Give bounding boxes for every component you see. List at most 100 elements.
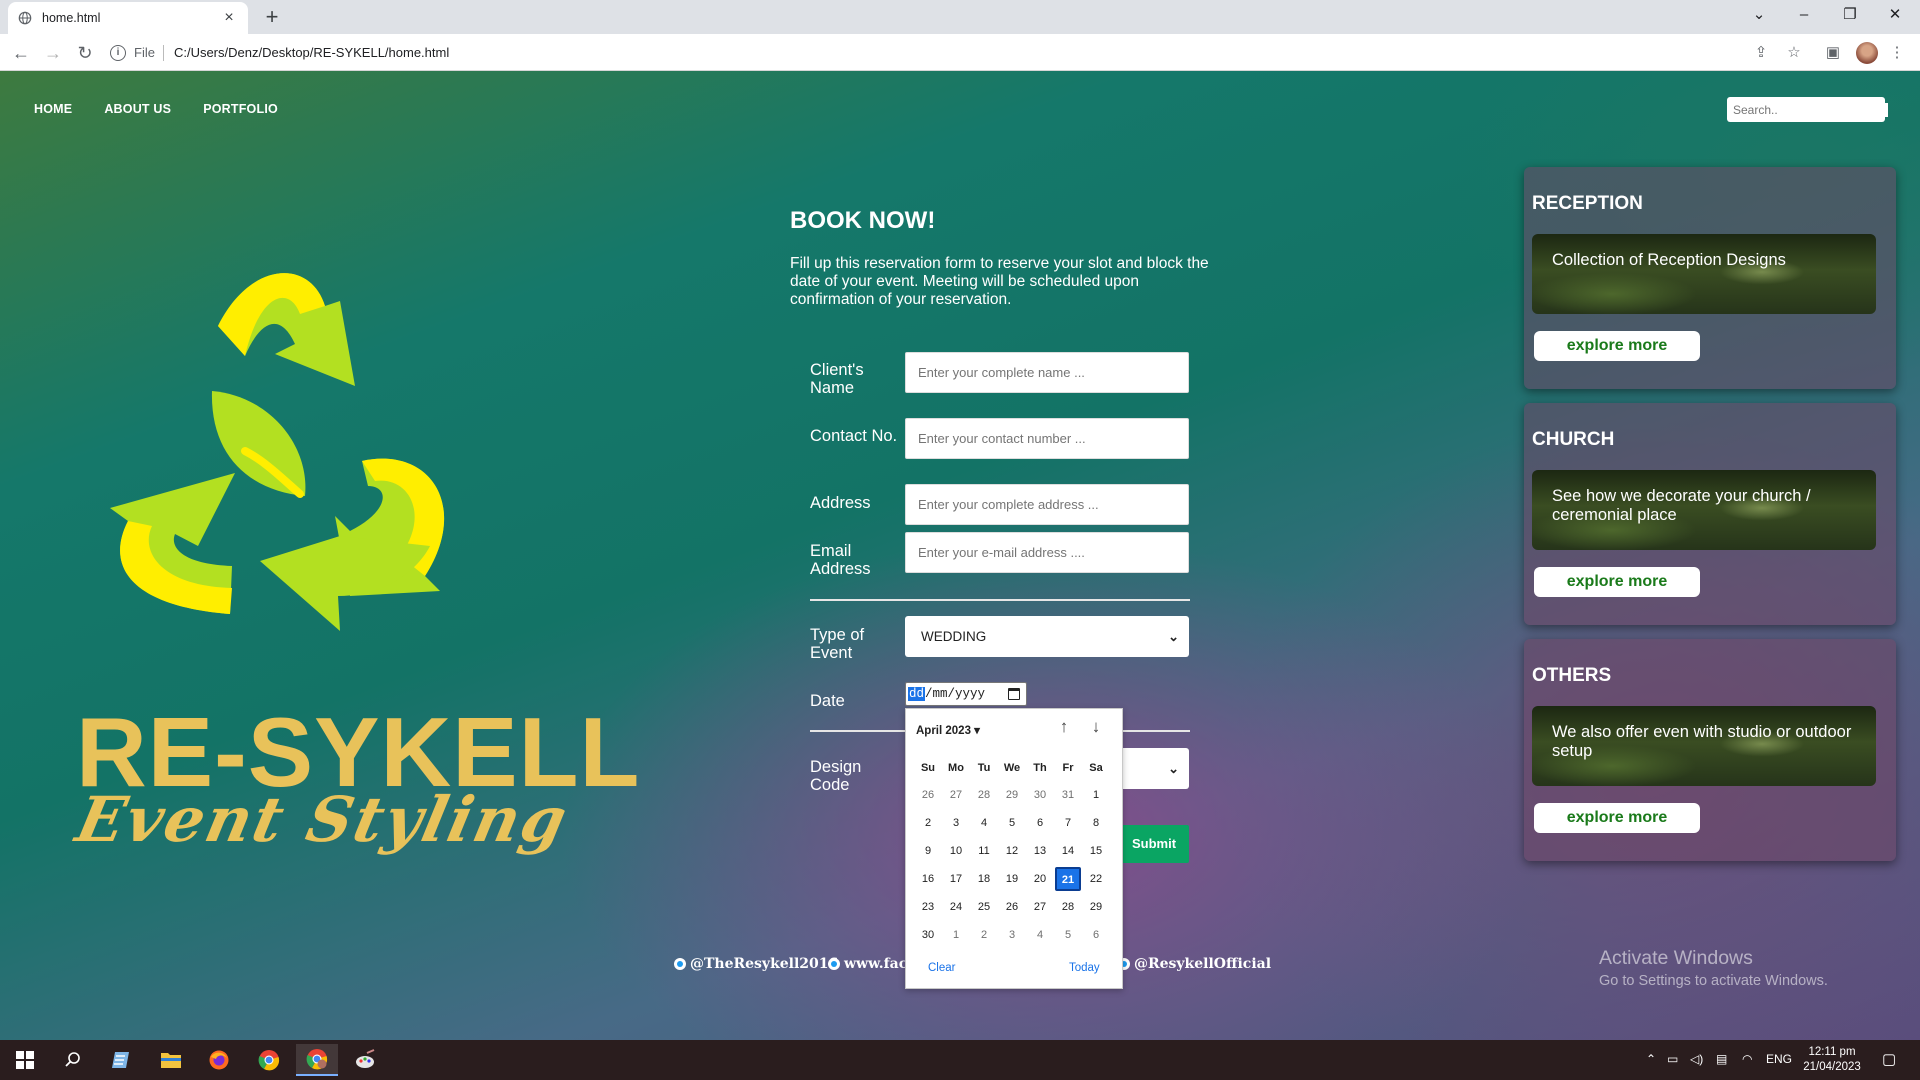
site-info-icon[interactable]: i xyxy=(110,44,126,61)
date-rest-segment[interactable]: /mm/yyyy xyxy=(925,687,985,701)
restore-button[interactable]: ❐ xyxy=(1827,0,1873,30)
share-icon[interactable]: ⇪ xyxy=(1750,42,1772,64)
battery-icon[interactable]: ▤ xyxy=(1716,1052,1727,1066)
calendar-day[interactable]: 6 xyxy=(1026,809,1054,837)
calendar-day[interactable]: 4 xyxy=(970,809,998,837)
nav-home[interactable]: HOME xyxy=(34,102,72,116)
calendar-day[interactable]: 25 xyxy=(970,893,998,921)
calendar-day[interactable]: 23 xyxy=(914,893,942,921)
calendar-day[interactable]: 6 xyxy=(1082,921,1110,949)
tab-search-icon[interactable]: ⌄ xyxy=(1736,0,1782,30)
calendar-day[interactable]: 28 xyxy=(970,781,998,809)
calendar-day[interactable]: 20 xyxy=(1026,865,1054,893)
browser-tab[interactable]: home.html × xyxy=(8,2,248,34)
calendar-day[interactable]: 30 xyxy=(1026,781,1054,809)
reload-icon[interactable]: ↻ xyxy=(72,40,98,66)
prev-month-arrow-icon[interactable]: ↑ xyxy=(1054,717,1074,737)
calendar-day[interactable]: 14 xyxy=(1054,837,1082,865)
calendar-day[interactable]: 28 xyxy=(1054,893,1082,921)
calendar-day[interactable]: 4 xyxy=(1026,921,1054,949)
nav-portfolio[interactable]: PORTFOLIO xyxy=(203,102,278,116)
contact-input[interactable] xyxy=(905,418,1189,459)
facebook-link[interactable]: www.face xyxy=(828,956,916,972)
calendar-day[interactable]: 19 xyxy=(998,865,1026,893)
event-type-select[interactable]: WEDDING ⌄ xyxy=(905,616,1189,657)
notifications-icon[interactable]: ▢ xyxy=(1882,1050,1896,1068)
url-text[interactable]: C:/Users/Denz/Desktop/RE-SYKELL/home.htm… xyxy=(174,45,449,60)
calendar-day[interactable]: 13 xyxy=(1026,837,1054,865)
calendar-day[interactable]: 7 xyxy=(1054,809,1082,837)
new-tab-button[interactable]: + xyxy=(258,4,286,30)
calendar-day[interactable]: 24 xyxy=(942,893,970,921)
nav-about-us[interactable]: ABOUT US xyxy=(104,102,171,116)
calendar-day[interactable]: 10 xyxy=(942,837,970,865)
calendar-day[interactable]: 27 xyxy=(942,781,970,809)
calendar-day[interactable]: 31 xyxy=(1054,781,1082,809)
calendar-day-selected[interactable]: 21 xyxy=(1054,865,1082,893)
bookmark-star-icon[interactable]: ☆ xyxy=(1783,42,1805,64)
clear-date-button[interactable]: Clear xyxy=(928,962,955,974)
calendar-day[interactable]: 15 xyxy=(1082,837,1110,865)
month-year-selector[interactable]: April 2023 ▾ xyxy=(916,723,980,737)
firefox-app-icon[interactable] xyxy=(198,1044,240,1076)
calendar-day[interactable]: 3 xyxy=(998,921,1026,949)
calendar-day[interactable]: 29 xyxy=(1082,893,1110,921)
meet-now-icon[interactable]: ▭ xyxy=(1667,1052,1678,1066)
client-name-input[interactable] xyxy=(905,352,1189,393)
calendar-day[interactable]: 1 xyxy=(1082,781,1110,809)
chrome-profile-app-icon[interactable] xyxy=(296,1044,338,1076)
explore-more-button[interactable]: explore more xyxy=(1534,803,1700,833)
calendar-day[interactable]: 1 xyxy=(942,921,970,949)
calendar-icon[interactable] xyxy=(1008,688,1020,700)
start-button[interactable] xyxy=(4,1044,46,1076)
minimize-button[interactable]: – xyxy=(1781,0,1827,30)
more-menu-icon[interactable]: ⋮ xyxy=(1886,42,1908,64)
notepad-app-icon[interactable] xyxy=(100,1044,142,1076)
email-input[interactable] xyxy=(905,532,1189,573)
file-explorer-app-icon[interactable] xyxy=(150,1044,192,1076)
close-window-button[interactable]: ✕ xyxy=(1872,0,1918,30)
wifi-icon[interactable]: ◠ xyxy=(1742,1052,1752,1066)
calendar-day[interactable]: 16 xyxy=(914,865,942,893)
next-month-arrow-icon[interactable]: ↓ xyxy=(1086,717,1106,737)
card-image[interactable] xyxy=(1532,234,1876,314)
calendar-day[interactable]: 27 xyxy=(1026,893,1054,921)
calendar-day[interactable]: 30 xyxy=(914,921,942,949)
calendar-day[interactable]: 8 xyxy=(1082,809,1110,837)
calendar-day[interactable]: 2 xyxy=(970,921,998,949)
paint-app-icon[interactable] xyxy=(344,1044,386,1076)
today-button[interactable]: Today xyxy=(1069,962,1100,974)
calendar-day[interactable]: 5 xyxy=(998,809,1026,837)
forward-arrow-icon[interactable]: → xyxy=(40,40,66,66)
address-input[interactable] xyxy=(905,484,1189,525)
profile-avatar[interactable] xyxy=(1856,42,1878,64)
calendar-day[interactable]: 26 xyxy=(998,893,1026,921)
submit-button[interactable]: Submit xyxy=(1119,825,1189,863)
calendar-day[interactable]: 11 xyxy=(970,837,998,865)
calendar-day[interactable]: 5 xyxy=(1054,921,1082,949)
back-arrow-icon[interactable]: ← xyxy=(8,40,34,66)
calendar-day[interactable]: 3 xyxy=(942,809,970,837)
show-hidden-icons-chevron[interactable]: ⌃ xyxy=(1646,1052,1656,1066)
date-input[interactable]: dd /mm/yyyy xyxy=(905,682,1027,706)
calendar-day[interactable]: 26 xyxy=(914,781,942,809)
calendar-day[interactable]: 22 xyxy=(1082,865,1110,893)
calendar-day[interactable]: 17 xyxy=(942,865,970,893)
explore-more-button[interactable]: explore more xyxy=(1534,331,1700,361)
taskbar-search-icon[interactable] xyxy=(52,1044,94,1076)
side-panel-icon[interactable]: ▣ xyxy=(1822,42,1844,64)
calendar-day[interactable]: 18 xyxy=(970,865,998,893)
language-indicator[interactable]: ENG xyxy=(1766,1052,1792,1066)
explore-more-button[interactable]: explore more xyxy=(1534,567,1700,597)
date-day-segment[interactable]: dd xyxy=(908,687,926,701)
calendar-day[interactable]: 2 xyxy=(914,809,942,837)
twitter-handle[interactable]: @TheResykell2016 xyxy=(674,956,838,972)
calendar-day[interactable]: 12 xyxy=(998,837,1026,865)
omnibox[interactable]: i File C:/Users/Denz/Desktop/RE-SYKELL/h… xyxy=(110,39,1810,66)
close-tab-icon[interactable]: × xyxy=(220,9,238,27)
instagram-handle[interactable]: @ResykellOfficial xyxy=(1118,956,1271,972)
chrome-app-icon[interactable] xyxy=(248,1044,290,1076)
calendar-day[interactable]: 29 xyxy=(998,781,1026,809)
calendar-day[interactable]: 9 xyxy=(914,837,942,865)
volume-icon[interactable]: ◁) xyxy=(1690,1052,1703,1066)
